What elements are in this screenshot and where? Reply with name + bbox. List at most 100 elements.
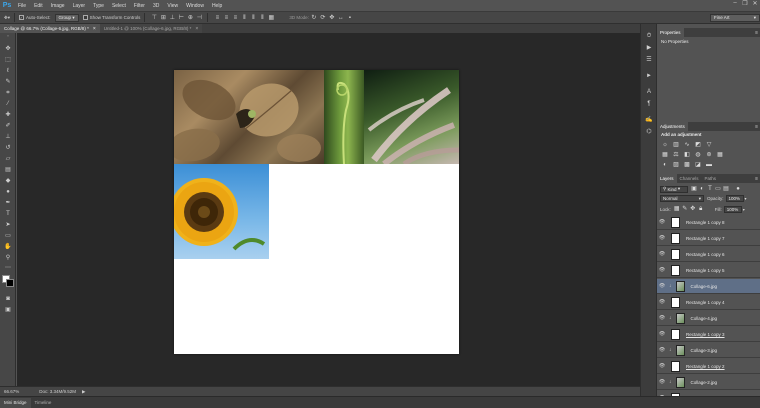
fill-field[interactable]: 100% <box>723 205 742 213</box>
filter-shape-icon[interactable]: ▭ <box>714 185 722 193</box>
history-panel-icon[interactable]: ⏱ <box>644 32 654 41</box>
menu-3d[interactable]: 3D <box>149 3 163 9</box>
play-icon[interactable]: ► <box>644 72 654 81</box>
layer-row[interactable]: 👁︎ Rectangle 1 copy 4 <box>657 295 760 310</box>
photo-filter-icon[interactable]: ◍ <box>694 151 702 159</box>
layer-thumbnail[interactable] <box>675 280 685 292</box>
filter-adjustment-icon[interactable]: ◐ <box>698 185 706 193</box>
grass-photo[interactable] <box>364 70 459 164</box>
tool-presets-icon[interactable]: ☰ <box>644 56 654 65</box>
align-top-icon[interactable]: ⊤ <box>150 14 158 22</box>
eraser-tool-icon[interactable]: ▱ <box>3 155 13 164</box>
eye-visibility-icon[interactable]: 👁︎ <box>657 251 667 257</box>
auto-align-icon[interactable]: ▦ <box>267 14 275 22</box>
layer-thumbnail[interactable] <box>671 248 680 260</box>
panel-menu-icon[interactable]: ≡ <box>755 176 758 182</box>
close-button[interactable]: ✕ <box>750 0 760 11</box>
black-white-icon[interactable]: ◧ <box>683 151 691 159</box>
tab-timeline[interactable]: Timeline <box>31 398 56 408</box>
distribute-bottom-icon[interactable]: ≡ <box>231 14 239 22</box>
layer-name[interactable]: Rectangle 1 copy 5 <box>686 268 725 273</box>
fill-arrow-icon[interactable]: ▾ <box>743 207 745 212</box>
filter-pixel-icon[interactable]: ▣ <box>690 185 698 193</box>
layer-name[interactable]: Rectangle 1 copy 4 <box>686 300 725 305</box>
lasso-tool-icon[interactable]: ℓ <box>3 67 13 76</box>
filter-type-icon[interactable]: T <box>706 185 714 193</box>
history-brush-tool-icon[interactable]: ↺ <box>3 144 13 153</box>
dodge-tool-icon[interactable]: ● <box>3 188 13 197</box>
menu-select[interactable]: Select <box>108 3 130 9</box>
layer-row[interactable]: 👁︎ ↓ Collage-4.jpg <box>657 311 760 326</box>
layer-name[interactable]: Collage-6.jpg <box>691 284 718 289</box>
opacity-field[interactable]: 100% <box>725 195 744 202</box>
quick-mask-icon[interactable]: ◙ <box>3 295 13 304</box>
canvas-area[interactable] <box>17 33 640 386</box>
menu-help[interactable]: Help <box>208 3 226 9</box>
fern-photo[interactable] <box>324 70 364 164</box>
menu-type[interactable]: Type <box>89 3 108 9</box>
3d-slide-icon[interactable]: ↔ <box>337 14 345 22</box>
layer-name[interactable]: Rectangle 1 copy 7 <box>686 236 725 241</box>
invert-icon[interactable]: ◐ <box>661 161 669 169</box>
exposure-icon[interactable]: ◩ <box>694 141 702 149</box>
status-menu-arrow-icon[interactable]: ▶ <box>82 389 85 395</box>
lock-pixels-icon[interactable]: ✎ <box>681 205 689 213</box>
actions-panel-icon[interactable]: ▶ <box>644 44 654 53</box>
minimize-button[interactable]: – <box>730 0 740 11</box>
filter-smart-object-icon[interactable]: ▤ <box>722 185 730 193</box>
move-tool-icon[interactable]: ✥ <box>3 45 13 54</box>
align-middle-icon[interactable]: ⊞ <box>159 14 167 22</box>
layer-thumbnail[interactable] <box>675 312 685 324</box>
align-right-icon[interactable]: ⊣ <box>195 14 203 22</box>
layer-row[interactable]: 👁︎ Rectangle 1 copy 2 <box>657 359 760 374</box>
sunflower-photo[interactable] <box>174 164 269 259</box>
align-bottom-icon[interactable]: ⊥ <box>168 14 176 22</box>
distribute-middle-icon[interactable]: ≡ <box>222 14 230 22</box>
eyedropper-tool-icon[interactable]: ⁄ <box>3 100 13 109</box>
eye-visibility-icon[interactable]: 👁︎ <box>657 395 667 396</box>
gradient-tool-icon[interactable]: ▤ <box>3 166 13 175</box>
menu-edit[interactable]: Edit <box>30 3 47 9</box>
character-panel-icon[interactable]: A <box>644 88 654 97</box>
eye-visibility-icon[interactable]: 👁︎ <box>657 379 667 385</box>
layer-name[interactable]: Collage-3.jpg <box>691 348 718 353</box>
color-balance-icon[interactable]: ⚖ <box>672 151 680 159</box>
panel-menu-icon[interactable]: ≡ <box>755 30 758 36</box>
restore-button[interactable]: ❐ <box>740 0 750 11</box>
channel-mixer-icon[interactable]: ⊛ <box>705 151 713 159</box>
distribute-right-icon[interactable]: ⦀ <box>258 14 266 22</box>
distribute-top-icon[interactable]: ≡ <box>213 14 221 22</box>
menu-layer[interactable]: Layer <box>69 3 90 9</box>
eye-visibility-icon[interactable]: 👁︎ <box>657 347 667 353</box>
layer-row[interactable]: 👁︎ ↓ Collage-3.jpg <box>657 343 760 358</box>
document-canvas[interactable] <box>174 70 459 354</box>
distribute-left-icon[interactable]: ⦀ <box>240 14 248 22</box>
eye-visibility-icon[interactable]: 👁︎ <box>657 315 667 321</box>
screen-mode-icon[interactable]: ▣ <box>3 306 13 315</box>
auto-select-checkbox[interactable]: ✓ Auto-Select: <box>19 12 51 23</box>
layer-name[interactable]: Rectangle 1 copy 8 <box>686 220 725 225</box>
3d-roll-icon[interactable]: ⟳ <box>319 14 327 22</box>
eye-visibility-icon[interactable]: 👁︎ <box>657 331 667 337</box>
align-center-icon[interactable]: ⊕ <box>186 14 194 22</box>
3d-rotate-icon[interactable]: ↻ <box>310 14 318 22</box>
zoom-tool-icon[interactable]: ⚲ <box>3 254 13 263</box>
more-tools-icon[interactable]: ⋯ <box>3 264 13 273</box>
tab-properties[interactable]: Properties <box>657 28 684 37</box>
healing-brush-tool-icon[interactable]: ✚ <box>3 111 13 120</box>
hand-tool-icon[interactable]: ✋ <box>3 243 13 252</box>
brush-tool-icon[interactable]: ✐ <box>3 122 13 131</box>
blend-mode-dropdown[interactable]: Normal ▾ <box>660 195 704 202</box>
lock-position-icon[interactable]: ✥ <box>689 205 697 213</box>
color-lookup-icon[interactable]: ▦ <box>716 151 724 159</box>
eye-visibility-icon[interactable]: 👁︎ <box>657 235 667 241</box>
levels-icon[interactable]: ▥ <box>672 141 680 149</box>
tab-channels[interactable]: Channels <box>677 174 702 183</box>
panel-menu-icon[interactable]: ≡ <box>755 124 758 130</box>
menu-file[interactable]: File <box>14 3 30 9</box>
lock-transparency-icon[interactable]: ▦ <box>673 205 681 213</box>
pen-tool-icon[interactable]: ✒ <box>3 199 13 208</box>
layer-thumbnail[interactable] <box>671 216 680 228</box>
eye-visibility-icon[interactable]: 👁︎ <box>657 363 667 369</box>
crop-tool-icon[interactable]: ⌗ <box>3 89 13 98</box>
